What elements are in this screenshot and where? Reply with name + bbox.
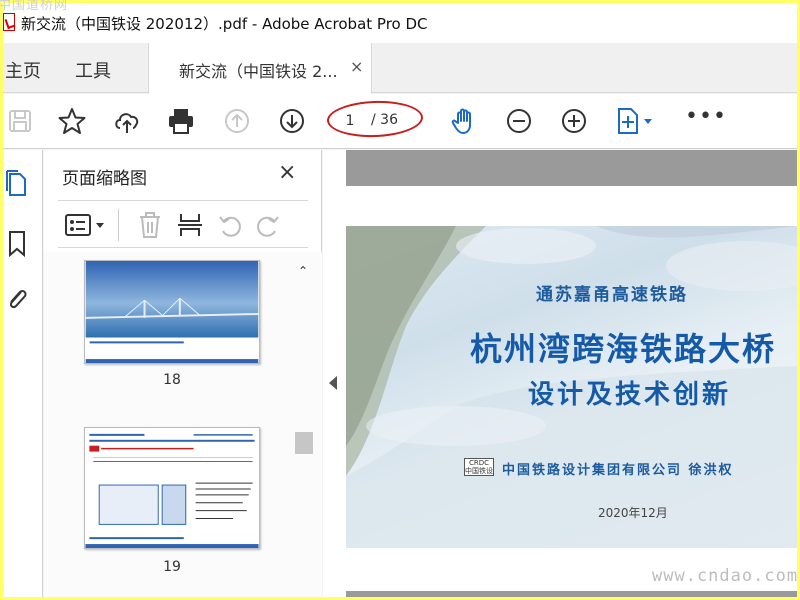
delete-icon[interactable] xyxy=(136,211,164,239)
insert-page-icon[interactable] xyxy=(176,211,204,239)
slide-title: 杭州湾跨海铁路大桥 xyxy=(470,330,777,368)
page-thumbnails-icon[interactable] xyxy=(5,168,29,198)
acrobat-window: 新交流（中国铁设 202012）.pdf - Adobe Acrobat Pro… xyxy=(3,3,797,597)
save-icon[interactable] xyxy=(3,104,37,138)
more-icon[interactable]: ••• xyxy=(685,104,727,129)
scrollbar-thumb[interactable] xyxy=(295,432,313,454)
window-title: 新交流（中国铁设 202012）.pdf - Adobe Acrobat Pro… xyxy=(21,15,428,33)
cloud-upload-icon[interactable] xyxy=(110,104,144,138)
options-menu-icon[interactable] xyxy=(64,211,108,239)
tools-tab[interactable]: 工具 xyxy=(75,57,111,83)
acrobat-app-icon xyxy=(3,13,15,31)
fit-page-icon[interactable] xyxy=(611,104,659,138)
pdf-page: 通苏嘉甬高速铁路 杭州湾跨海铁路大桥 设计及技术创新 CRDC 中国铁设 中国铁… xyxy=(346,186,797,597)
document-tab[interactable]: 新交流（中国铁设 2... × xyxy=(148,43,372,94)
page-down-icon[interactable] xyxy=(275,104,309,138)
title-bar: 新交流（中国铁设 202012）.pdf - Adobe Acrobat Pro… xyxy=(3,3,797,43)
scroll-up-arrow-icon[interactable]: ⌃ xyxy=(298,264,308,278)
thumbnails-toolbar xyxy=(58,200,308,248)
home-tab[interactable]: 主页 xyxy=(5,57,41,83)
panel-title: 页面缩略图 xyxy=(62,169,147,189)
thumbnail-page-18[interactable] xyxy=(84,260,260,364)
slide-cover: 通苏嘉甬高速铁路 杭州湾跨海铁路大桥 设计及技术创新 CRDC 中国铁设 中国铁… xyxy=(346,226,797,548)
thumbnail-page-number: 18 xyxy=(163,372,181,388)
thumbnail-list: 18 19 ⌃ xyxy=(44,252,322,597)
main-toolbar: / 36 ••• xyxy=(3,94,797,149)
page-gap xyxy=(346,150,797,186)
close-icon[interactable]: × xyxy=(278,160,296,185)
slide-organization: 中国铁路设计集团有限公司 徐洪权 xyxy=(502,463,734,478)
document-view: 通苏嘉甬高速铁路 杭州湾跨海铁路大桥 设计及技术创新 CRDC 中国铁设 中国铁… xyxy=(323,150,797,597)
page-navigator: / 36 xyxy=(326,99,424,139)
thumbnail-page-19[interactable] xyxy=(84,427,260,549)
nav-bar: 主页 工具 新交流（中国铁设 2... × xyxy=(3,43,797,94)
rotate-right-icon[interactable] xyxy=(254,211,282,239)
thumbnails-panel: 页面缩略图 × 18 19 ⌃ xyxy=(44,150,322,597)
slide-date: 2020年12月 xyxy=(598,506,668,520)
close-icon[interactable]: × xyxy=(350,57,363,76)
site-watermark: 中国道桥网 xyxy=(0,0,69,13)
site-watermark: www.cndao.com xyxy=(652,566,799,586)
print-icon[interactable] xyxy=(164,104,198,138)
star-icon[interactable] xyxy=(55,104,89,138)
crdc-logo: CRDC 中国铁设 xyxy=(464,458,494,476)
thumbnail-page-number: 19 xyxy=(163,559,181,575)
page-gap xyxy=(346,591,797,597)
document-tab-label: 新交流（中国铁设 2... xyxy=(179,62,338,81)
rotate-left-icon[interactable] xyxy=(216,211,244,239)
collapse-panel-arrow-icon[interactable] xyxy=(329,376,337,390)
divider xyxy=(118,209,119,241)
thumbnail-scrollbar[interactable]: ⌃ xyxy=(295,262,313,597)
slide-subtitle: 通苏嘉甬高速铁路 xyxy=(536,285,688,305)
attachment-icon[interactable] xyxy=(5,284,29,314)
hand-icon[interactable] xyxy=(447,104,481,138)
page-up-icon[interactable] xyxy=(220,104,254,138)
page-total: / 36 xyxy=(371,112,398,128)
page-number-input[interactable] xyxy=(338,109,362,133)
navigation-rail xyxy=(3,150,43,597)
slide-title-2: 设计及技术创新 xyxy=(528,380,732,410)
zoom-out-icon[interactable] xyxy=(502,104,536,138)
zoom-in-icon[interactable] xyxy=(557,104,591,138)
bookmark-icon[interactable] xyxy=(5,228,29,258)
